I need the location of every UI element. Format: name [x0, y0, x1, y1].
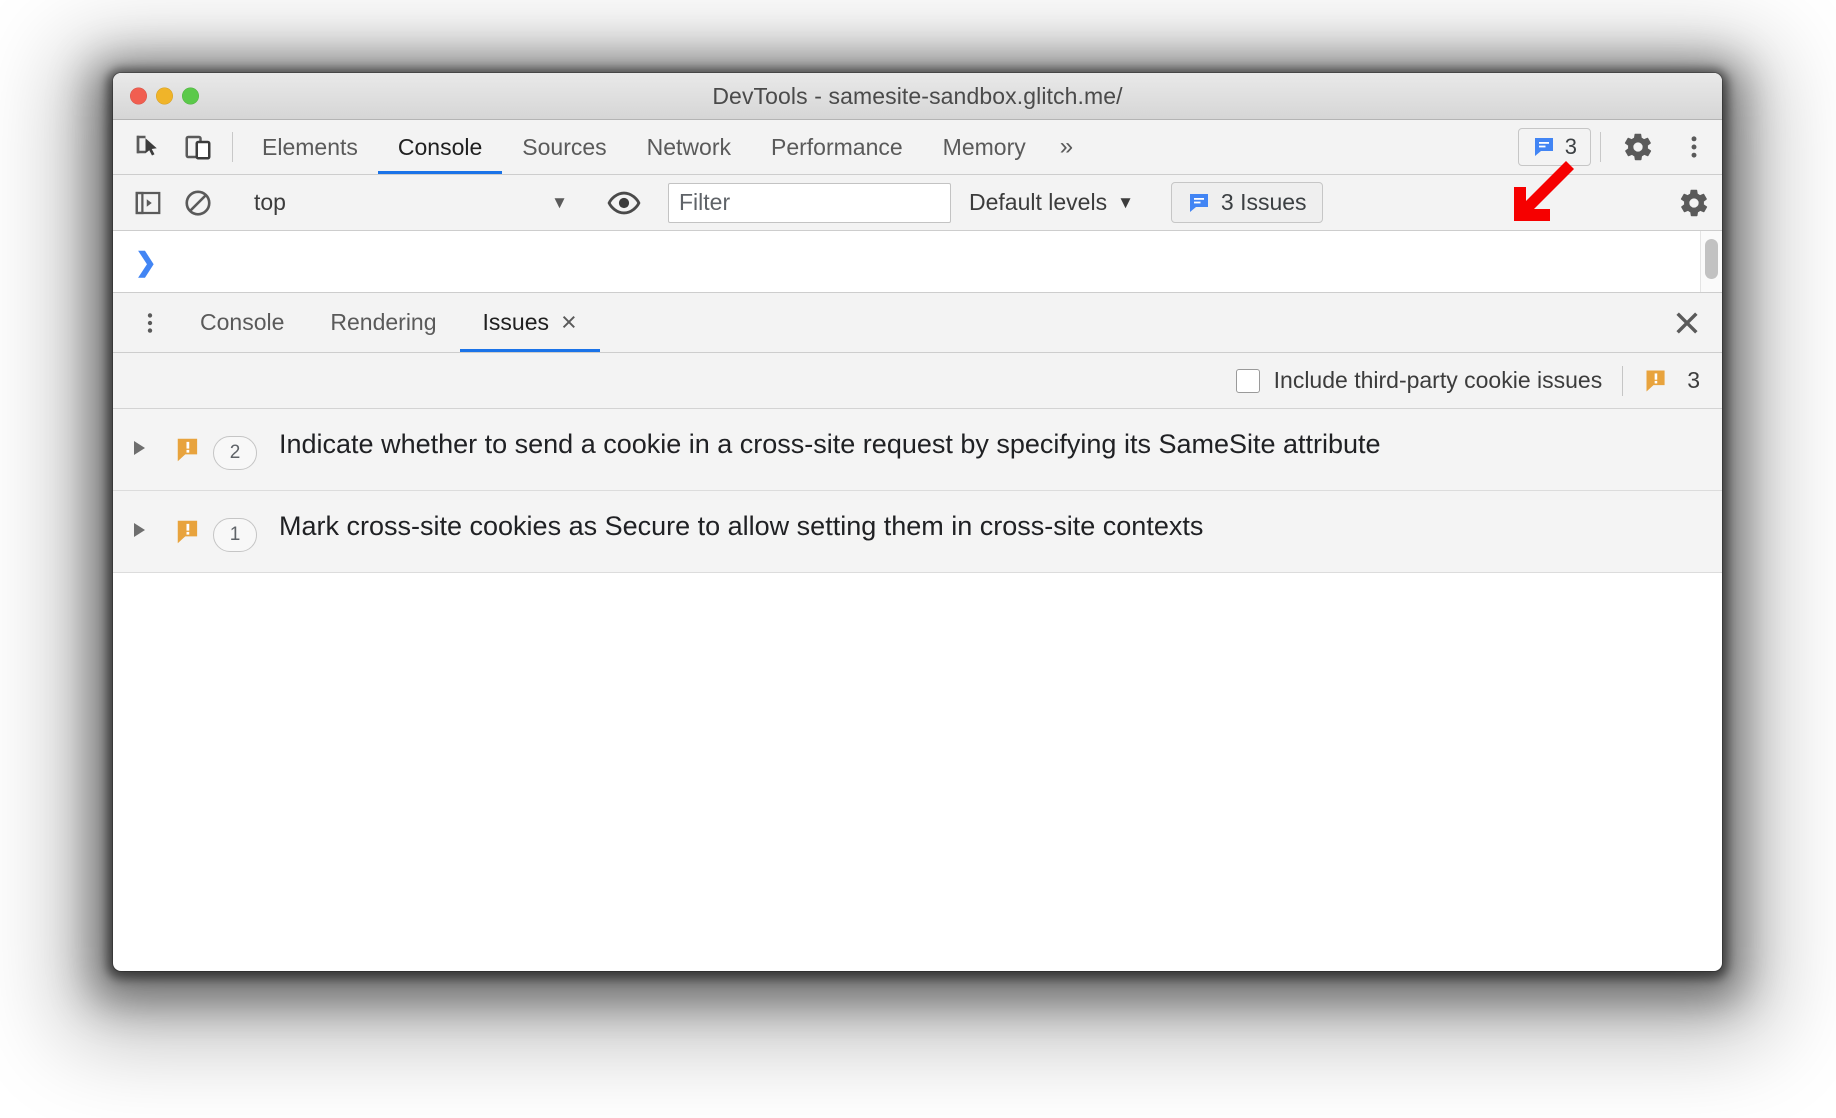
clear-console-button[interactable]	[173, 188, 223, 218]
drawer-tab-rendering[interactable]: Rendering	[307, 293, 459, 352]
close-icon	[1676, 311, 1698, 334]
minimize-window-button[interactable]	[156, 87, 173, 105]
more-tabs-button[interactable]: »	[1046, 120, 1087, 174]
chevron-right-icon	[133, 523, 145, 537]
issue-severity-icon-wrapper	[165, 509, 213, 547]
issues-badge-count: 3	[1564, 134, 1577, 159]
tab-elements-label: Elements	[262, 133, 358, 160]
issue-row[interactable]: 1 Mark cross-site cookies as Secure to a…	[113, 491, 1722, 573]
include-third-party-cookie-issues-checkbox-row[interactable]: Include third-party cookie issues	[1235, 367, 1603, 394]
device-toolbar-icon	[185, 135, 211, 160]
issue-expand-button[interactable]	[113, 509, 165, 537]
console-settings-button[interactable]	[1666, 187, 1722, 219]
window-titlebar: DevTools - samesite-sandbox.glitch.me/	[113, 73, 1722, 120]
issue-occurrence-count: 1	[213, 518, 257, 552]
warning-breaking-change-icon	[1646, 370, 1665, 391]
tab-elements[interactable]: Elements	[242, 120, 378, 174]
zoom-window-button[interactable]	[182, 87, 199, 105]
console-issues-chip-label: 3 Issues	[1220, 189, 1307, 215]
tab-sources[interactable]: Sources	[502, 120, 626, 174]
issue-message-icon	[1534, 138, 1553, 156]
include-third-party-cookie-issues-checkbox[interactable]	[1235, 368, 1260, 393]
chevron-down-icon: ▼	[551, 192, 568, 212]
chevron-down-icon: ▼	[1117, 192, 1134, 212]
kebab-menu-icon	[1691, 136, 1697, 158]
tab-performance[interactable]: Performance	[751, 120, 923, 174]
kebab-menu-icon	[147, 312, 153, 333]
drawer-tab-issues-label: Issues	[482, 309, 550, 335]
chevron-double-right-icon: »	[1059, 133, 1074, 160]
issues-empty-space	[113, 573, 1722, 893]
drawer-tabbar: Console Rendering Issues ×	[113, 293, 1722, 353]
tab-sources-label: Sources	[522, 133, 607, 160]
device-toolbar-button[interactable]	[173, 120, 223, 174]
tab-console-label: Console	[397, 133, 483, 160]
close-window-button[interactable]	[130, 87, 147, 105]
eye-icon	[607, 191, 641, 214]
gear-icon	[1680, 189, 1708, 216]
console-log-levels-select[interactable]: Default levels ▼	[951, 189, 1152, 216]
window-title: DevTools - samesite-sandbox.glitch.me/	[712, 82, 1123, 109]
tab-console[interactable]: Console	[377, 120, 503, 174]
console-sidebar-icon	[135, 191, 161, 214]
warning-breaking-change-icon	[177, 438, 198, 462]
inspect-element-icon	[136, 135, 157, 156]
drawer-tab-console-label: Console	[200, 309, 285, 335]
drawer-tab-console[interactable]: Console	[177, 293, 307, 352]
close-drawer-button[interactable]	[1652, 293, 1722, 352]
drawer-tabbar-spacer	[600, 293, 1652, 352]
javascript-context-value: top	[254, 189, 286, 215]
create-live-expression-button[interactable]	[599, 186, 649, 220]
issue-title[interactable]: Indicate whether to send a cookie in a c…	[257, 427, 1722, 463]
inspect-element-button[interactable]	[123, 120, 173, 174]
traffic-light-buttons	[130, 87, 199, 105]
tab-network-label: Network	[646, 133, 731, 160]
javascript-context-select[interactable]: top ▼	[242, 189, 580, 216]
console-filter-placeholder: Filter	[679, 189, 731, 215]
main-tabbar-divider-right	[1600, 132, 1601, 162]
main-tabbar-spacer	[1087, 120, 1518, 174]
tab-memory-label: Memory	[942, 133, 1026, 160]
devtools-main-menu-button[interactable]	[1666, 120, 1722, 174]
console-issues-chip-button[interactable]: 3 Issues	[1170, 182, 1323, 223]
issue-message-icon	[1189, 193, 1208, 212]
drawer-tab-issues-close-icon[interactable]: ×	[561, 307, 577, 338]
toolbar-divider	[232, 132, 233, 162]
issues-list: 2 Indicate whether to send a cookie in a…	[113, 409, 1722, 893]
issue-row[interactable]: 2 Indicate whether to send a cookie in a…	[113, 409, 1722, 491]
gear-icon	[1624, 133, 1652, 161]
issue-expand-button[interactable]	[113, 427, 165, 455]
drawer-tab-rendering-label: Rendering	[330, 309, 437, 335]
console-toolbar: top ▼ Filter Default levels ▼ 3 Issues	[113, 175, 1722, 231]
devtools-main-tabbar: Elements Console Sources Network Perform…	[113, 120, 1722, 175]
issue-severity-icon-wrapper	[165, 427, 213, 465]
console-message-area: ❯	[113, 231, 1722, 293]
issues-warning-count: 3	[1643, 367, 1700, 395]
clear-console-icon	[185, 189, 211, 216]
screenshot-root: DevTools - samesite-sandbox.glitch.me/ E…	[0, 0, 1836, 1118]
drawer-tab-issues[interactable]: Issues ×	[459, 293, 601, 352]
console-scrollbar-thumb[interactable]	[1705, 239, 1718, 279]
warning-breaking-change-icon	[177, 520, 198, 544]
issues-warning-count-value: 3	[1687, 367, 1700, 393]
issue-occurrence-count: 2	[213, 436, 257, 470]
tab-memory[interactable]: Memory	[923, 120, 1046, 174]
chevron-right-icon	[133, 441, 145, 455]
console-prompt-chevron-icon: ❯	[135, 246, 157, 277]
tab-performance-label: Performance	[771, 133, 903, 160]
issues-filter-divider	[1622, 365, 1624, 396]
tab-network[interactable]: Network	[627, 120, 751, 174]
devtools-window: DevTools - samesite-sandbox.glitch.me/ E…	[113, 73, 1722, 971]
open-issues-badge-button[interactable]: 3	[1517, 128, 1591, 166]
console-scrollbar[interactable]	[1700, 231, 1722, 292]
issue-title[interactable]: Mark cross-site cookies as Secure to all…	[257, 509, 1722, 545]
drawer-more-tools-button[interactable]	[123, 293, 177, 352]
console-sidebar-toggle-button[interactable]	[123, 188, 173, 218]
issues-filter-bar: Include third-party cookie issues 3	[113, 353, 1722, 409]
devtools-settings-button[interactable]	[1610, 120, 1666, 174]
console-log-levels-label: Default levels	[969, 189, 1108, 215]
include-third-party-cookie-issues-label: Include third-party cookie issues	[1273, 367, 1603, 393]
console-filter-input[interactable]: Filter	[668, 182, 951, 223]
